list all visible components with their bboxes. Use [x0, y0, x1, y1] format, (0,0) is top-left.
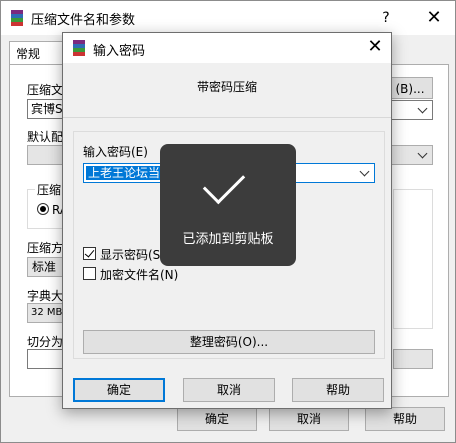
checkmark-icon: [202, 161, 246, 205]
window-titlebar: 压缩文件名和参数 ? ✕: [1, 1, 455, 35]
chevron-down-icon[interactable]: [359, 166, 370, 177]
encrypt-names-checkbox[interactable]: [83, 267, 96, 280]
back-help-button[interactable]: 帮助: [365, 407, 445, 431]
method-label: 压缩方: [27, 241, 64, 255]
dict-dropdown[interactable]: 32 MB: [27, 303, 67, 323]
archive-name-dropdown[interactable]: [387, 100, 433, 120]
split-dropdown[interactable]: [27, 349, 67, 369]
show-password-label: 显示密码(S): [100, 248, 165, 262]
dict-value: 32 MB: [31, 307, 63, 318]
browse-button[interactable]: (B)...: [387, 77, 433, 99]
show-password-checkbox[interactable]: [83, 247, 96, 260]
ok-button[interactable]: 确定: [73, 378, 165, 402]
dialog-title: 输入密码: [93, 44, 146, 59]
profile-dropdown[interactable]: [387, 145, 433, 165]
close-icon[interactable]: ✕: [421, 5, 447, 31]
dict-label: 字典大: [27, 289, 64, 303]
method-value: 标准: [32, 260, 57, 274]
back-cancel-button[interactable]: 取消: [269, 407, 349, 431]
copied-toast: 已添加到剪贴板: [160, 144, 296, 266]
options-group: [393, 189, 433, 329]
default-config-dropdown[interactable]: [27, 145, 67, 165]
toast-text: 已添加到剪贴板: [182, 232, 274, 247]
dialog-heading: 带密码压缩: [196, 80, 257, 94]
dialog-titlebar: 输入密码 ✕: [63, 33, 391, 63]
chevron-down-icon: [417, 148, 428, 159]
encrypt-names-label: 加密文件名(N): [100, 268, 179, 282]
help-icon[interactable]: ?: [375, 7, 397, 29]
back-ok-button[interactable]: 确定: [177, 407, 257, 431]
password-value: 上老王论坛当: [86, 166, 163, 180]
rar-radio[interactable]: [37, 203, 49, 215]
parameters-button[interactable]: [393, 349, 433, 369]
archive-name-label: 压缩文: [27, 83, 64, 97]
chevron-down-icon: [417, 103, 428, 114]
cancel-button[interactable]: 取消: [183, 378, 275, 402]
checkmark-icon: [84, 247, 95, 258]
help-button[interactable]: 帮助: [292, 378, 384, 402]
default-config-label: 默认配: [27, 130, 64, 144]
organize-passwords-button[interactable]: 整理密码(O)...: [83, 330, 375, 354]
split-label: 切分为: [27, 335, 64, 349]
close-icon[interactable]: ✕: [363, 35, 387, 59]
format-group-label: 压缩: [35, 181, 64, 198]
tab-general[interactable]: 常规: [9, 41, 63, 65]
archive-name-value: 宾博S: [31, 102, 63, 116]
winrar-icon: [71, 40, 87, 56]
password-label: 输入密码(E): [83, 145, 148, 159]
divider: [63, 117, 391, 118]
window-title: 压缩文件名和参数: [31, 13, 136, 28]
method-dropdown[interactable]: 标准: [27, 257, 67, 277]
winrar-icon: [9, 10, 25, 26]
